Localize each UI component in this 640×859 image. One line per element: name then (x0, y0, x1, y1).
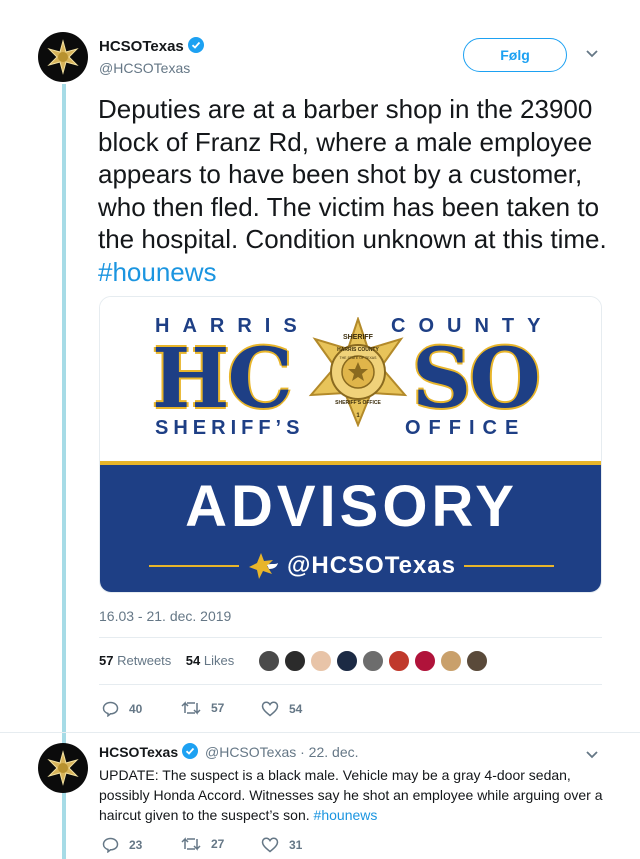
heart-icon (261, 837, 279, 853)
hashtag-link[interactable]: #hounews (98, 257, 217, 287)
sheriff-star-icon (47, 750, 79, 786)
reply-button[interactable]: 40 (102, 701, 142, 717)
display-name[interactable]: HCSOTexas (99, 744, 178, 760)
reply-date[interactable]: · 22. dec. (300, 744, 358, 760)
retweets-stat[interactable]: 57 Retweets (99, 653, 171, 668)
gold-stripe (100, 461, 601, 465)
reply-icon (102, 701, 119, 717)
follow-button[interactable]: Følg (463, 38, 567, 72)
like-button[interactable]: 54 (261, 701, 302, 717)
verified-badge-icon (182, 743, 199, 759)
retweet-icon (181, 701, 201, 715)
like-button[interactable]: 31 (261, 837, 302, 853)
tweet-timestamp[interactable]: 16.03 - 21. dec. 2019 (99, 608, 231, 624)
reply-count: 40 (129, 702, 143, 716)
chevron-down-icon[interactable] (585, 747, 599, 763)
display-name[interactable]: HCSOTexas (99, 37, 204, 55)
advisory-handle-row: @HCSOTexas (100, 551, 601, 581)
logo-so-text: SO (412, 331, 541, 427)
liker-avatar[interactable] (336, 650, 358, 672)
hashtag-link[interactable]: #hounews (314, 807, 378, 823)
advisory-handle-text: @HCSOTexas (286, 552, 456, 579)
user-handle[interactable]: @HCSOTexas (205, 744, 296, 760)
liker-avatar[interactable] (284, 650, 306, 672)
retweet-count: 57 (211, 701, 225, 715)
liker-avatar[interactable] (310, 650, 332, 672)
liker-avatar[interactable] (440, 650, 462, 672)
heart-icon (261, 701, 279, 717)
logo-office-text: OFFICE (405, 417, 527, 439)
liker-avatar[interactable] (258, 650, 280, 672)
sheriff-badge-icon: SHERIFF HARRIS COUNTY SHERIFF'S OFFICE T… (308, 317, 408, 427)
retweet-button[interactable]: 27 (181, 837, 224, 851)
divider-line-right (464, 565, 554, 567)
svg-text:SHERIFF: SHERIFF (343, 334, 374, 341)
likes-stat[interactable]: 54 Likes (186, 653, 234, 668)
reply-tweet-text: UPDATE: The suspect is a black male. Veh… (99, 767, 603, 823)
logo-sheriffs-text: SHERIFF’S (155, 417, 305, 439)
tweet-separator (0, 732, 640, 733)
svg-text:HARRIS COUNTY: HARRIS COUNTY (337, 347, 379, 353)
reply-button[interactable]: 23 (102, 837, 142, 853)
liker-avatar[interactable] (362, 650, 384, 672)
retweet-button[interactable]: 57 (181, 701, 224, 715)
liker-avatar[interactable] (414, 650, 436, 672)
svg-text:THE STATE OF TEXAS: THE STATE OF TEXAS (340, 356, 378, 360)
liker-avatar[interactable] (388, 650, 410, 672)
like-count: 31 (289, 838, 303, 852)
avatar[interactable] (38, 743, 88, 793)
advisory-text: ADVISORY (185, 474, 518, 539)
tweet-text: Deputies are at a barber shop in the 239… (98, 94, 607, 287)
chevron-down-icon[interactable] (585, 46, 599, 62)
retweet-count: 27 (211, 837, 225, 851)
reply-header: HCSOTexas @HCSOTexas · 22. dec. (99, 743, 359, 760)
retweet-icon (181, 837, 201, 851)
user-handle[interactable]: @HCSOTexas (99, 60, 190, 76)
like-count: 54 (289, 702, 303, 716)
reply-icon (102, 837, 119, 853)
divider (99, 637, 602, 638)
divider (99, 684, 602, 685)
advisory-image-card[interactable]: HARRIS COUNTY HC SO SHERIFF HARRIS COUNT… (99, 296, 602, 593)
liker-avatars (258, 650, 492, 672)
sheriff-star-icon (47, 39, 79, 75)
verified-badge-icon (187, 37, 204, 53)
engagement-stats: 57 Retweets 54 Likes (99, 653, 234, 668)
star-bird-icon (248, 553, 278, 579)
card-logo-area: HARRIS COUNTY HC SO SHERIFF HARRIS COUNT… (100, 297, 601, 461)
svg-text:SHERIFF'S OFFICE: SHERIFF'S OFFICE (335, 400, 381, 406)
avatar[interactable] (38, 32, 88, 82)
liker-avatar[interactable] (466, 650, 488, 672)
reply-count: 23 (129, 838, 143, 852)
divider-line-left (148, 565, 239, 567)
logo-hc-text: HC (152, 331, 293, 427)
